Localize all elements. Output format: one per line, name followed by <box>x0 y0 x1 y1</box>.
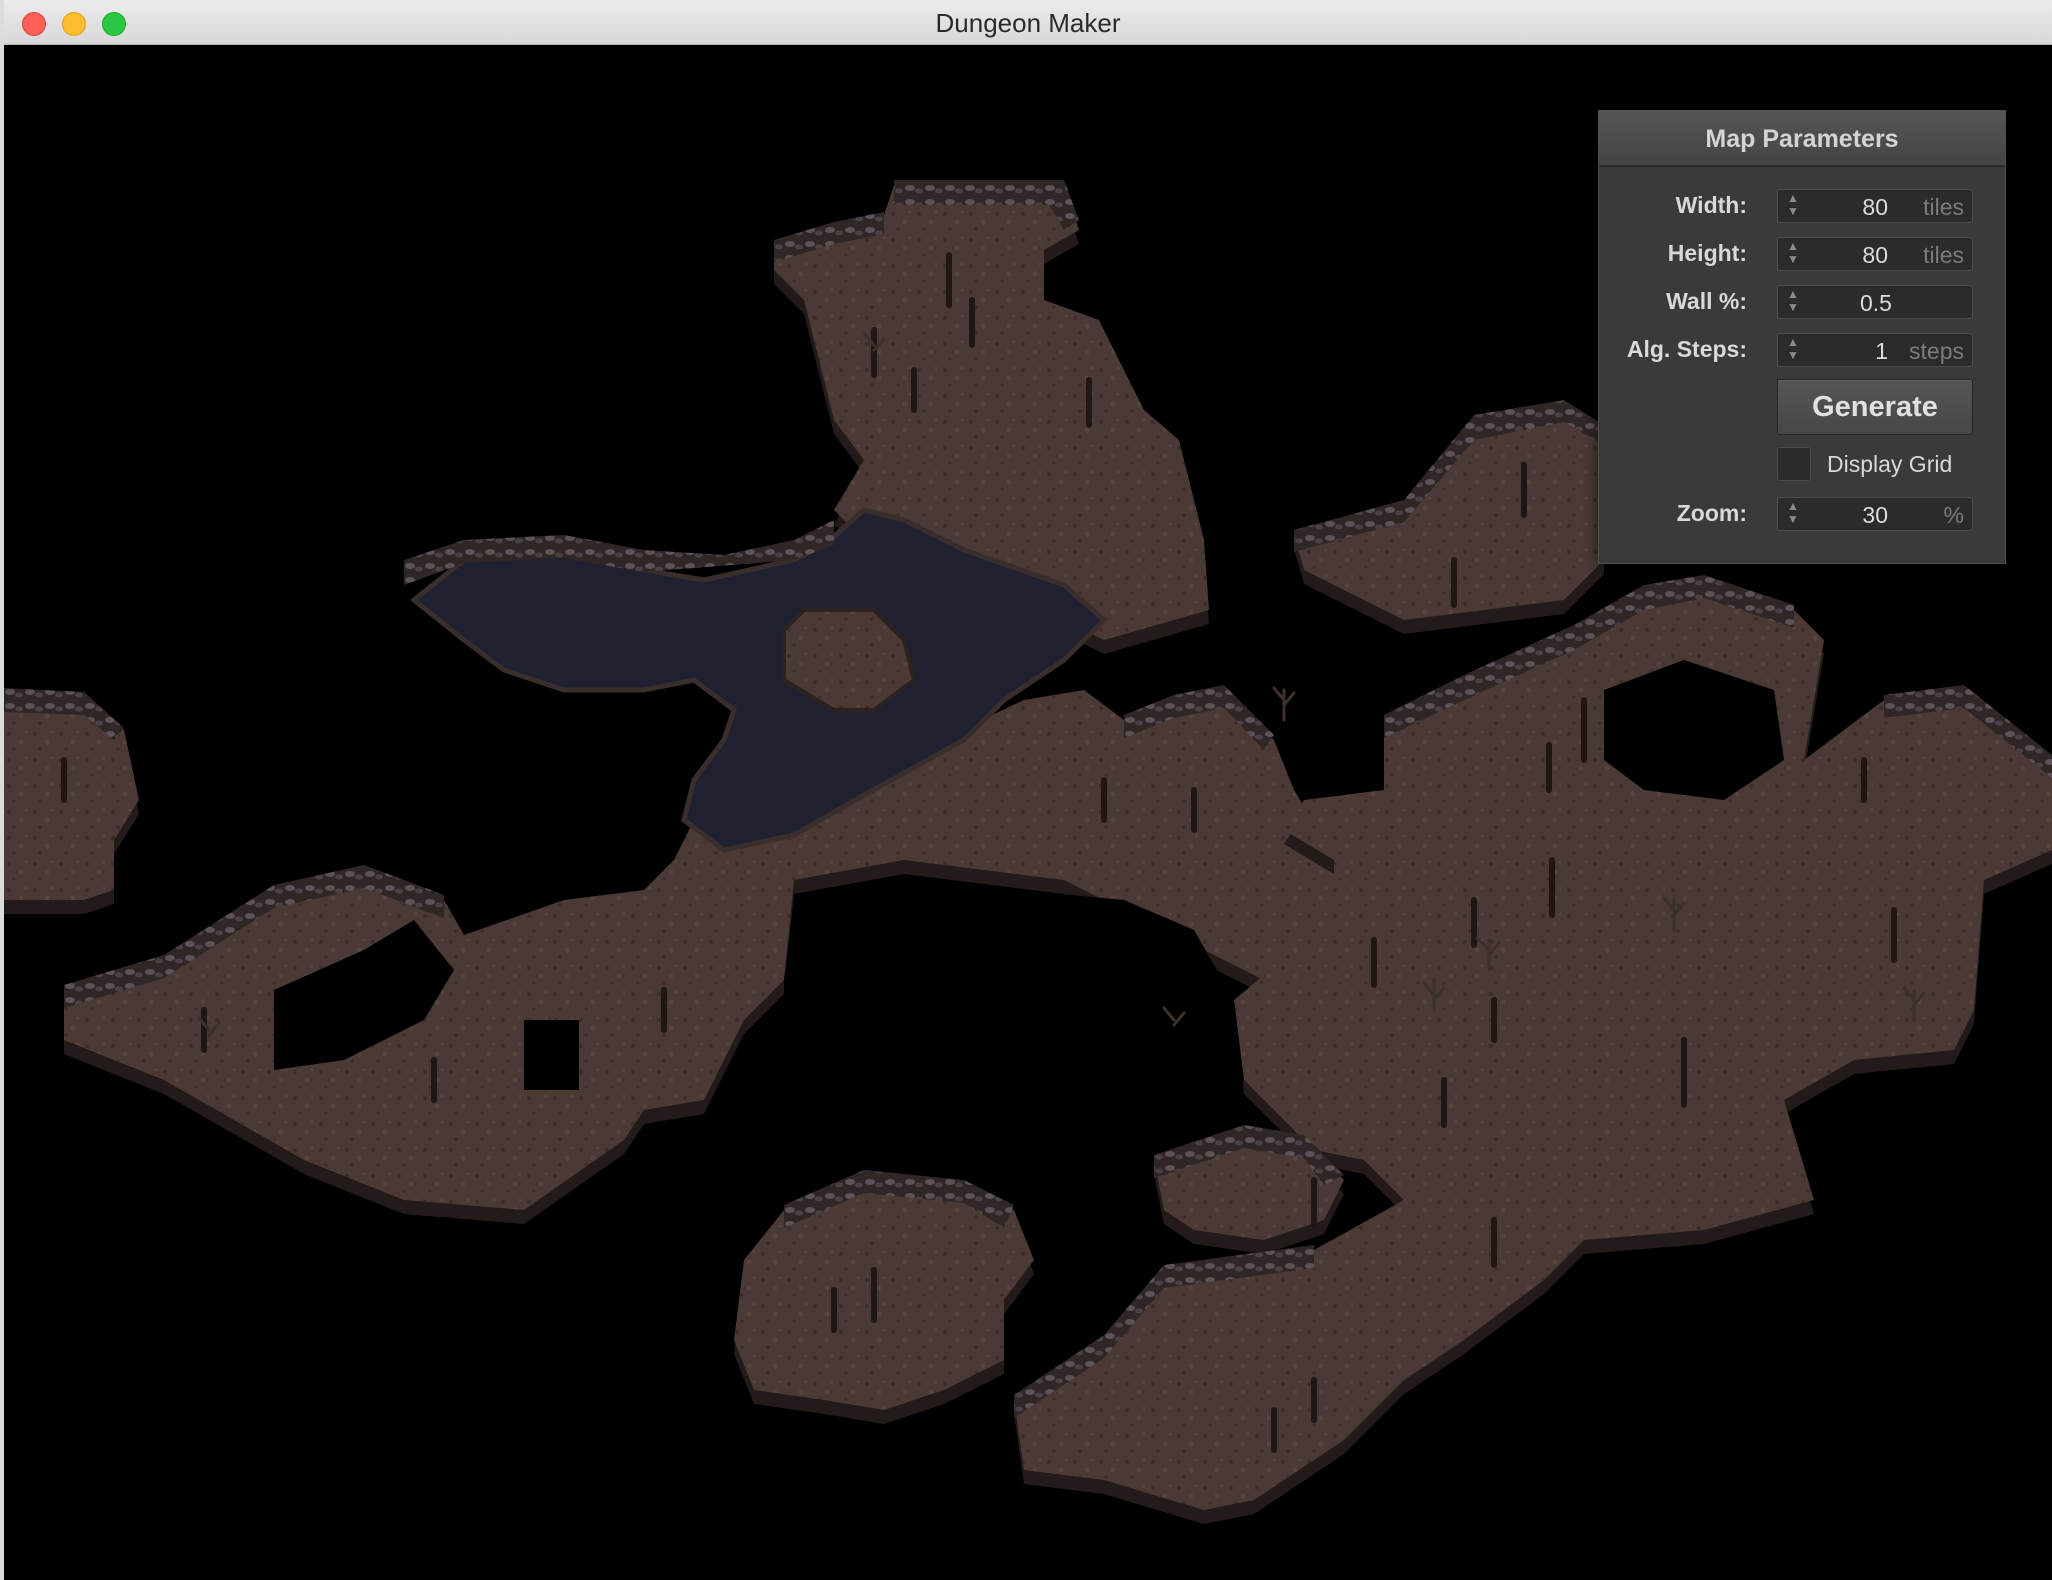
panel-title: Map Parameters <box>1599 111 2005 167</box>
generate-button[interactable]: Generate <box>1777 379 1973 435</box>
alg-steps-value: 1 <box>1875 338 1888 364</box>
zoom-value: 30 <box>1862 502 1888 528</box>
alg-steps-unit: steps <box>1909 338 1964 364</box>
width-label: Width: <box>1675 192 1747 218</box>
width-unit: tiles <box>1923 194 1964 220</box>
height-unit: tiles <box>1923 242 1964 268</box>
spin-arrows-icon[interactable]: ▲ ▼ <box>1786 336 1800 364</box>
display-grid-label[interactable]: Display Grid <box>1827 447 1952 481</box>
display-grid-checkbox[interactable] <box>1777 447 1811 481</box>
height-value: 80 <box>1862 242 1888 268</box>
alg-steps-label: Alg. Steps: <box>1626 336 1747 362</box>
width-value: 80 <box>1862 194 1888 220</box>
spin-arrows-icon[interactable]: ▲ ▼ <box>1786 192 1800 220</box>
wall-percent-label: Wall %: <box>1666 288 1747 314</box>
height-spinbox[interactable]: ▲ ▼ 80 tiles <box>1777 237 1973 271</box>
zoom-spinbox[interactable]: ▲ ▼ 30 % <box>1777 497 1973 531</box>
app-window: Dungeon Maker Map Parameters Width: ▲ ▼ … <box>4 0 2052 1580</box>
alg-steps-spinbox[interactable]: ▲ ▼ 1 steps <box>1777 333 1973 367</box>
map-parameters-panel: Map Parameters Width: ▲ ▼ 80 tiles Height… <box>1598 110 2006 564</box>
dungeon-map-viewport[interactable]: Map Parameters Width: ▲ ▼ 80 tiles Height… <box>4 45 2052 1580</box>
wall-percent-value: 0.5 <box>1860 290 1892 316</box>
wall-percent-spinbox[interactable]: ▲ ▼ 0.5 <box>1777 285 1973 319</box>
height-label: Height: <box>1667 240 1747 266</box>
zoom-label: Zoom: <box>1676 500 1747 526</box>
width-spinbox[interactable]: ▲ ▼ 80 tiles <box>1777 189 1973 223</box>
spin-arrows-icon[interactable]: ▲ ▼ <box>1786 240 1800 268</box>
window-title: Dungeon Maker <box>935 8 1121 38</box>
spin-arrows-icon[interactable]: ▲ ▼ <box>1786 500 1800 528</box>
title-bar: Dungeon Maker <box>4 0 2052 45</box>
zoom-unit: % <box>1943 502 1964 528</box>
